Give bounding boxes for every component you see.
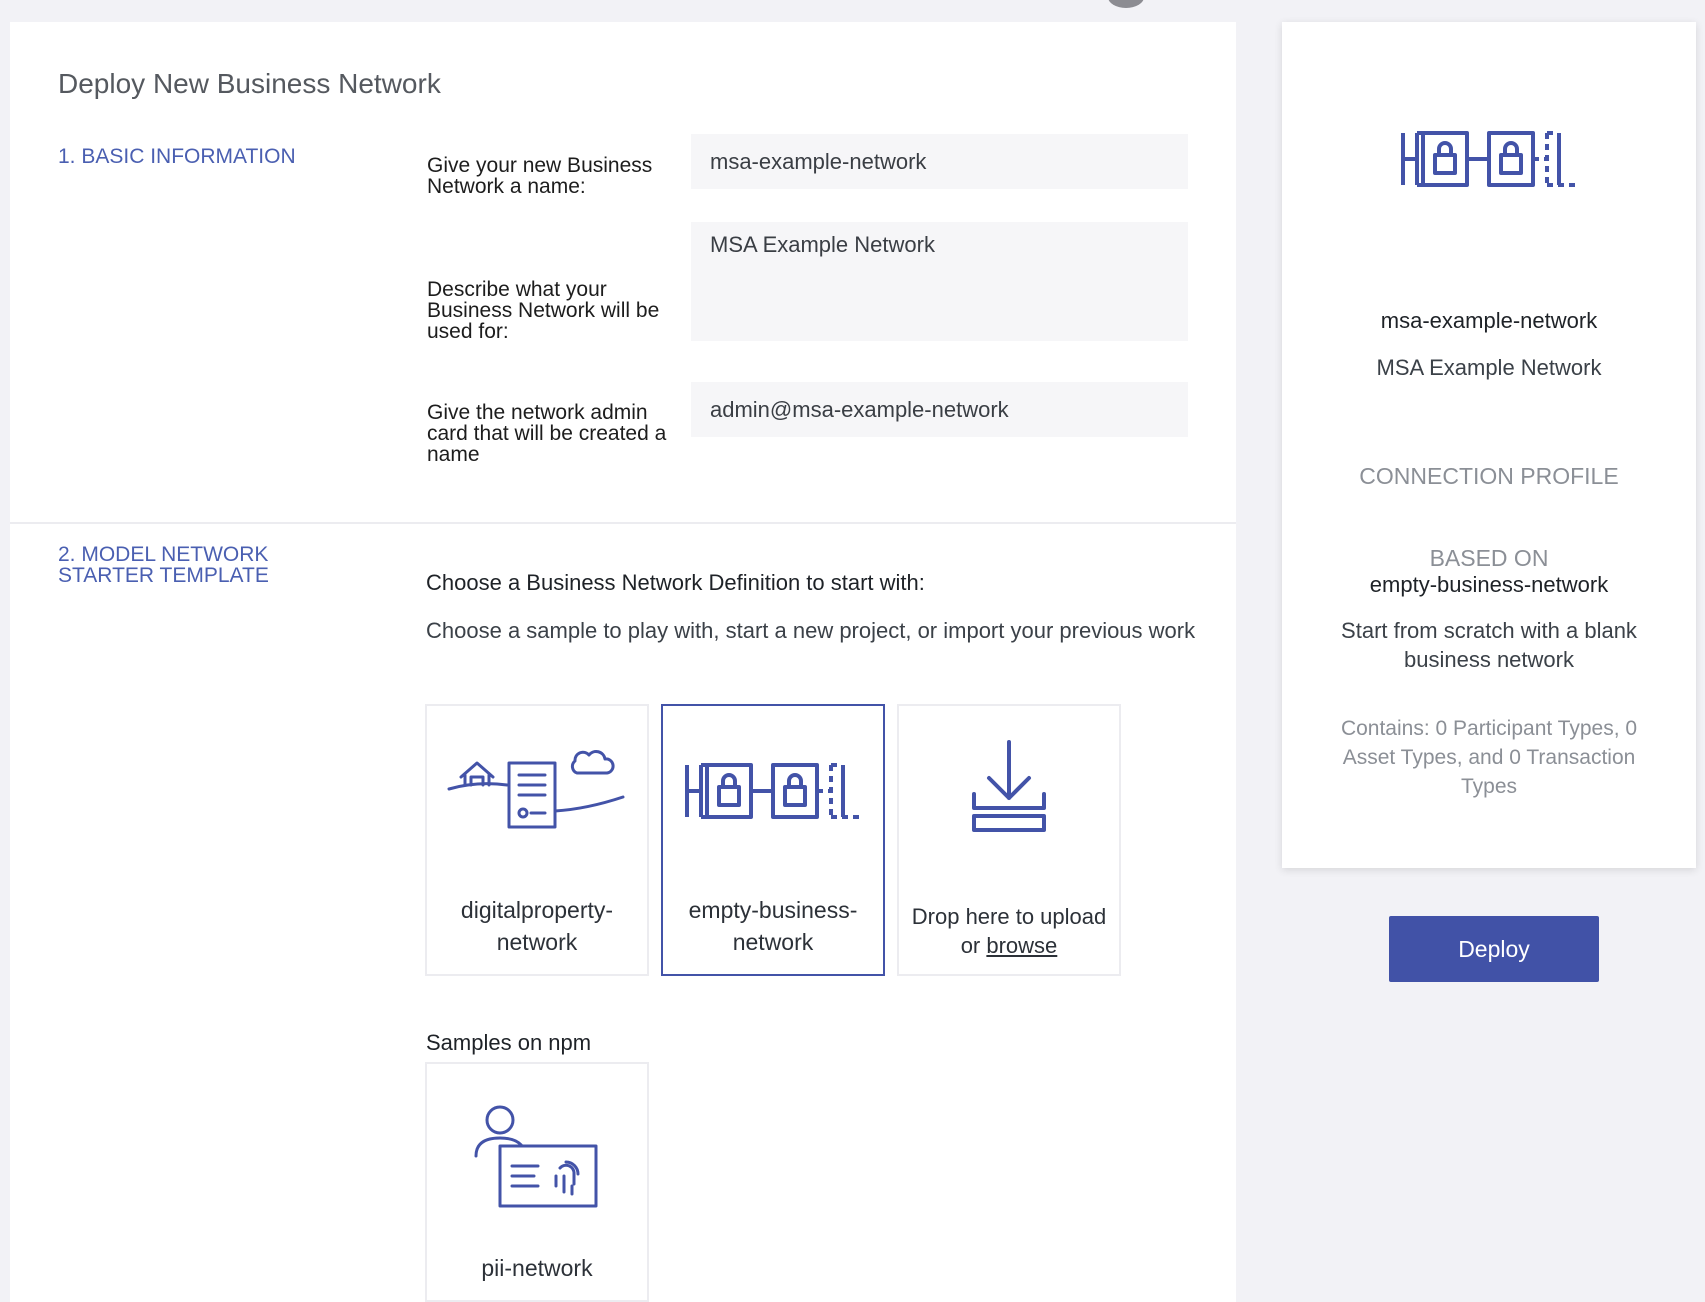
contains-summary: Contains: 0 Participant Types, 0 Asset T… — [1340, 717, 1638, 798]
template-tile-label: digitalproperty-network — [460, 897, 614, 955]
template-tile-digitalproperty[interactable]: digitalproperty-network — [425, 704, 649, 976]
deploy-form-card: Deploy New Business Network 1. BASIC INF… — [10, 22, 1236, 1302]
upload-icon — [899, 706, 1119, 876]
based-on-description: Start from scratch with a blank business… — [1341, 618, 1637, 672]
description-input[interactable]: MSA Example Network — [691, 222, 1188, 341]
connection-profile-heading: CONNECTION PROFILE — [1359, 463, 1619, 489]
choose-definition-subtitle: Choose a sample to play with, start a ne… — [426, 618, 1196, 643]
description-label: Describe what your Business Network will… — [427, 278, 660, 343]
template-tile-label: empty-business-network — [688, 897, 858, 955]
identity-fingerprint-icon — [427, 1064, 647, 1250]
network-summary-card: msa-example-network MSA Example Network … — [1282, 22, 1696, 868]
summary-network-name: msa-example-network — [1380, 308, 1598, 333]
template-tile-empty-business-network[interactable]: empty-business-network — [661, 704, 885, 976]
section-divider — [10, 522, 1236, 524]
business-network-chain-icon — [1282, 127, 1696, 191]
top-bar — [0, 0, 1705, 22]
page-title: Deploy New Business Network — [58, 68, 441, 99]
choose-definition-title: Choose a Business Network Definition to … — [426, 570, 925, 595]
network-name-input[interactable] — [691, 134, 1188, 189]
admin-card-label: Give the network admin card that will be… — [427, 401, 667, 466]
admin-card-input[interactable] — [691, 382, 1188, 437]
based-on-heading: BASED ON — [1429, 545, 1549, 571]
basic-information-heading: 1. BASIC INFORMATION — [58, 145, 296, 168]
upload-label: Drop here to upload or browse — [899, 902, 1119, 960]
digital-property-icon — [427, 706, 647, 876]
browse-link[interactable]: browse — [986, 933, 1057, 958]
npm-tile-pii-network[interactable]: pii-network — [425, 1062, 649, 1302]
network-name-label: Give your new Business Network a name: — [427, 154, 653, 198]
deploy-button[interactable]: Deploy — [1389, 916, 1599, 982]
based-on-name: empty-business-network — [1369, 572, 1609, 597]
summary-network-description: MSA Example Network — [1376, 355, 1602, 380]
npm-samples-title: Samples on npm — [426, 1030, 592, 1055]
business-network-chain-icon — [663, 706, 883, 876]
upload-dropzone[interactable]: Drop here to upload or browse — [897, 704, 1121, 976]
starter-template-heading: 2. MODEL NETWORK STARTER TEMPLATE — [58, 543, 269, 587]
npm-tile-label: pii-network — [481, 1255, 593, 1281]
user-avatar[interactable] — [1108, 0, 1144, 8]
